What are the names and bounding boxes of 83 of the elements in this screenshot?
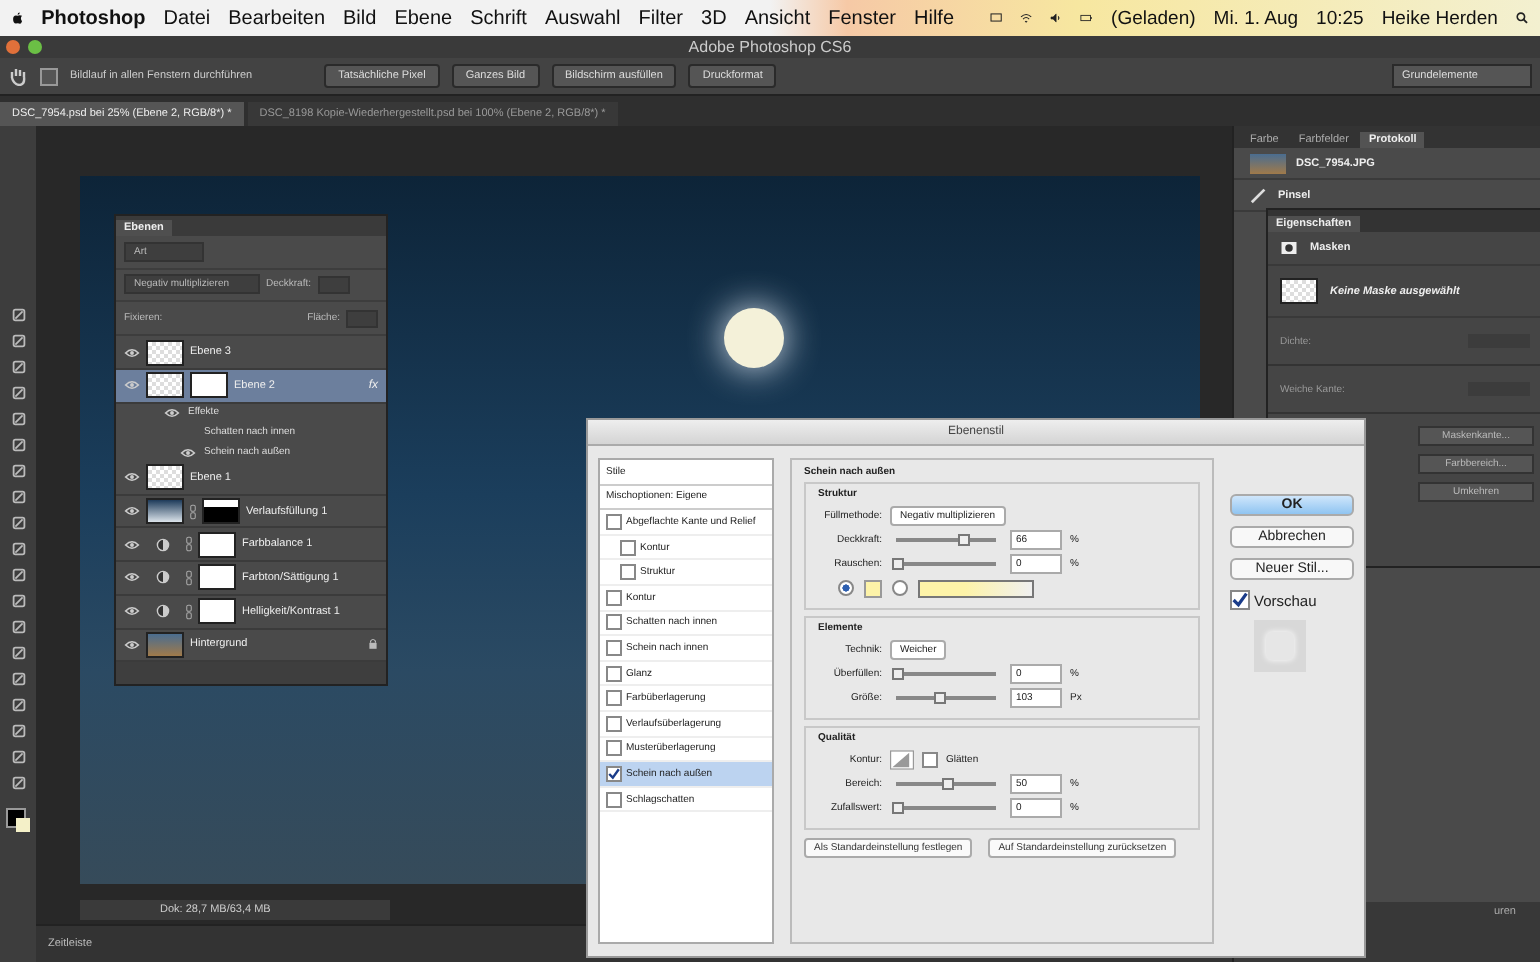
brush-icon: [1250, 186, 1268, 204]
menu-item[interactable]: Filter: [638, 7, 684, 29]
slider-handle[interactable]: [892, 802, 904, 814]
slider-handle[interactable]: [942, 778, 954, 790]
eye-icon[interactable]: [124, 380, 140, 391]
menu-clock: 10:25: [1316, 7, 1364, 29]
chain-link-icon: [186, 536, 192, 553]
slider-handle[interactable]: [958, 534, 970, 546]
chain-link-icon: [186, 603, 192, 620]
menu-item[interactable]: Bearbeiten: [228, 7, 326, 29]
menu-item[interactable]: Hilfe: [914, 7, 955, 29]
photo-thumbnail: [1250, 153, 1286, 173]
zoom-window-icon[interactable]: [28, 40, 42, 54]
menu-item[interactable]: 3D: [701, 7, 727, 29]
mask-thumbnail: [1280, 278, 1318, 304]
checkbox[interactable]: [606, 513, 622, 530]
speaker-icon[interactable]: [1050, 8, 1063, 28]
app-menu[interactable]: Photoshop: [41, 7, 146, 29]
checkbox[interactable]: [606, 614, 622, 631]
scroll-all-checkbox[interactable]: [40, 67, 58, 85]
radio-button[interactable]: [838, 580, 854, 596]
mask-thumbnail: [190, 372, 228, 399]
color-swatches-icon[interactable]: [6, 808, 30, 832]
layer-thumbnail: [146, 464, 184, 491]
eye-icon[interactable]: [180, 447, 196, 458]
eye-icon[interactable]: [124, 639, 140, 650]
slider-handle[interactable]: [892, 558, 904, 570]
menu-item[interactable]: Datei: [163, 7, 211, 29]
slider-handle[interactable]: [892, 668, 904, 680]
radio-button[interactable]: [892, 580, 908, 596]
photo-thumbnail: [146, 631, 184, 658]
checkbox[interactable]: [1230, 590, 1250, 610]
lock-icon: [368, 638, 378, 651]
search-icon[interactable]: [1515, 8, 1529, 28]
adjustment-icon: [156, 570, 170, 585]
eye-icon[interactable]: [124, 472, 140, 483]
contour-curve-icon[interactable]: [890, 750, 914, 770]
checkbox[interactable]: [922, 752, 938, 768]
adjustment-icon: [156, 604, 170, 619]
chain-link-icon: [190, 503, 196, 520]
user-name[interactable]: Heike Herden: [1381, 7, 1498, 29]
checkbox[interactable]: [606, 690, 622, 707]
color-swatch[interactable]: [864, 579, 882, 597]
checkbox[interactable]: [606, 665, 622, 682]
checkbox[interactable]: [606, 791, 622, 808]
menu-item[interactable]: Bild: [343, 7, 377, 29]
eye-icon[interactable]: [124, 606, 140, 617]
eye-icon[interactable]: [124, 572, 140, 583]
gradient-thumbnail: [146, 498, 184, 525]
hand-icon[interactable]: [8, 66, 28, 86]
checkbox[interactable]: [620, 539, 636, 556]
gradient-swatch[interactable]: [918, 579, 1034, 597]
layer-thumbnail: [146, 339, 184, 365]
slider-handle[interactable]: [933, 692, 945, 704]
mask-thumbnail: [202, 498, 240, 525]
layer-thumbnail: [146, 372, 184, 399]
checkbox[interactable]: [606, 715, 622, 732]
eye-icon[interactable]: [124, 506, 140, 517]
eye-icon[interactable]: [124, 539, 140, 550]
eye-icon[interactable]: [164, 407, 180, 418]
checkbox[interactable]: [606, 740, 622, 757]
checkbox[interactable]: [606, 589, 622, 606]
window-title: Adobe Photoshop CS6: [686, 38, 854, 56]
checkbox[interactable]: [606, 765, 622, 782]
chain-link-icon: [186, 569, 192, 586]
checkbox[interactable]: [620, 564, 636, 581]
battery-status: (Geladen): [1111, 7, 1196, 29]
menu-item[interactable]: Ebene: [394, 7, 453, 29]
close-icon[interactable]: [6, 40, 20, 54]
mask-thumbnail: [198, 564, 236, 591]
menu-item[interactable]: Fenster: [828, 7, 897, 29]
menu-item[interactable]: Ansicht: [744, 7, 811, 29]
menu-date: Mi. 1. Aug: [1213, 7, 1299, 29]
checkbox[interactable]: [606, 639, 622, 656]
mask-thumbnail: [198, 531, 236, 558]
mask-thumbnail: [198, 598, 236, 625]
menu-item[interactable]: Schrift: [470, 7, 527, 29]
mask-icon: [1280, 240, 1298, 256]
monitor-icon[interactable]: [990, 8, 1003, 28]
menu-item[interactable]: Auswahl: [544, 7, 621, 29]
eye-icon[interactable]: [124, 347, 140, 357]
adjustment-icon: [156, 537, 170, 552]
wifi-icon[interactable]: [1020, 8, 1033, 28]
